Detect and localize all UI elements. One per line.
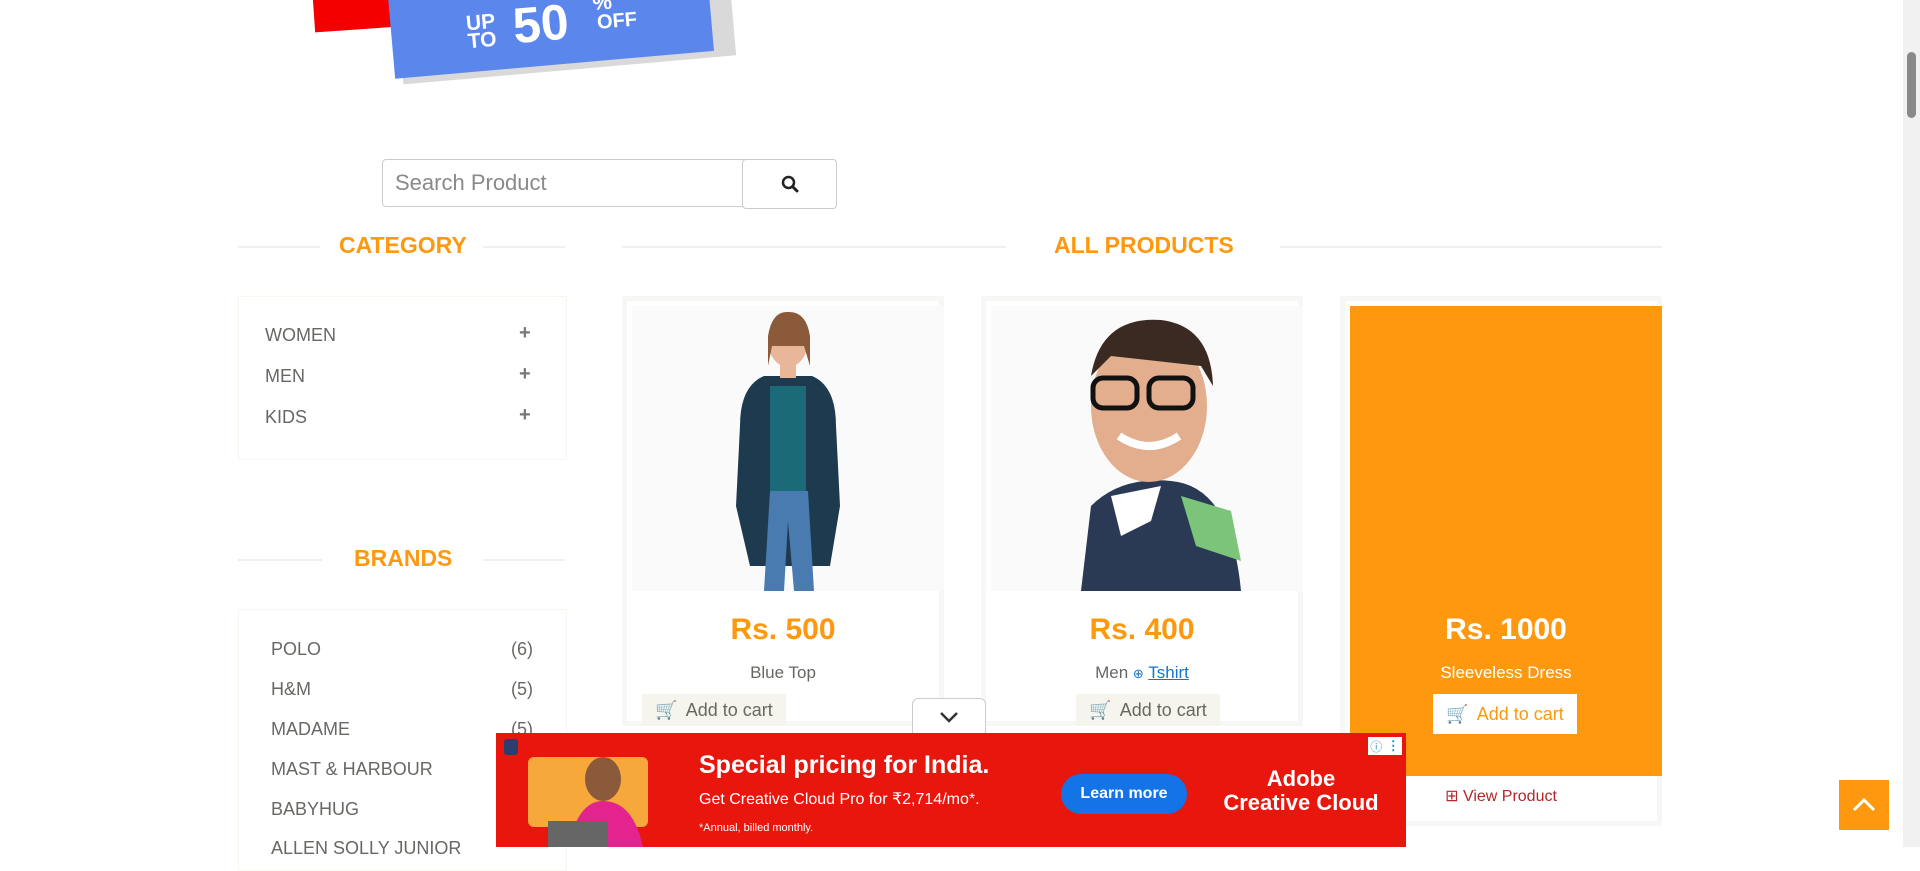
category-kids[interactable]: KIDS xyxy=(265,407,307,428)
ad-controls: ⓘ ⋮ xyxy=(1368,737,1402,755)
heading-divider xyxy=(238,246,320,248)
product-name: Men ⊕ Tshirt xyxy=(986,663,1298,683)
heading-divider xyxy=(483,559,565,561)
add-to-cart-button[interactable]: 🛒 Add to cart xyxy=(1076,694,1220,726)
chevron-up-icon xyxy=(1852,798,1876,812)
product-price: Rs. 500 xyxy=(730,613,836,646)
brand-madame[interactable]: MADAME xyxy=(271,719,350,740)
all-products-heading: ALL PRODUCTS xyxy=(1054,232,1234,258)
product-image xyxy=(632,306,944,591)
heading-divider xyxy=(238,559,322,561)
view-product-label: View Product xyxy=(1462,788,1557,805)
chevron-down-icon xyxy=(940,712,958,723)
category-men[interactable]: MEN xyxy=(265,366,305,387)
category-heading: CATEGORY xyxy=(339,232,467,258)
product-name-prefix: Men xyxy=(1095,663,1129,682)
heading-divider xyxy=(1280,246,1662,248)
cart-icon: 🛒 xyxy=(1089,699,1112,720)
add-to-cart-label: Add to cart xyxy=(685,699,773,720)
heading-divider xyxy=(483,246,565,248)
plus-square-icon: ⊞ xyxy=(1445,788,1459,805)
add-to-cart-button[interactable]: 🛒 Add to cart xyxy=(1433,694,1577,734)
plus-icon[interactable]: + xyxy=(519,404,531,427)
product-name-link[interactable]: Tshirt xyxy=(1148,663,1189,682)
ad-brand-line2: Creative Cloud xyxy=(1223,790,1379,815)
search-button[interactable] xyxy=(742,159,837,209)
search-bar xyxy=(382,159,837,209)
category-panel: WOMEN + MEN + KIDS + xyxy=(238,296,567,460)
product-name: Sleeveless Dress xyxy=(1440,663,1572,682)
brand-mast-harbour[interactable]: MAST & HARBOUR xyxy=(271,759,433,780)
ad-title: Special pricing for India. xyxy=(699,751,990,779)
more-vert-icon[interactable]: ⋮ xyxy=(1387,738,1400,754)
brand-hm[interactable]: H&M xyxy=(271,679,311,700)
brand-babyhug[interactable]: BABYHUG xyxy=(271,799,359,820)
ad-note: *Annual, billed monthly. xyxy=(699,822,814,834)
heading-divider xyxy=(622,246,1006,248)
cart-icon: 🛒 xyxy=(1446,703,1469,724)
ad-subtitle: Get Creative Cloud Pro for ₹2,714/mo*. xyxy=(699,791,980,808)
adchoices-icon[interactable]: ⓘ xyxy=(1370,738,1382,755)
learn-more-button[interactable]: Learn more xyxy=(1061,774,1187,814)
product-price: Rs. 400 xyxy=(1089,613,1195,646)
ad-collapse-button[interactable] xyxy=(912,698,986,736)
plus-icon[interactable]: + xyxy=(519,363,531,386)
product-name: Blue Top xyxy=(750,663,816,682)
search-input[interactable] xyxy=(382,159,770,207)
add-to-cart-button[interactable]: 🛒 Add to cart xyxy=(642,694,786,726)
scrollbar-thumb[interactable] xyxy=(1907,52,1916,118)
promo-percent: 50 xyxy=(510,0,571,55)
plus-icon[interactable]: + xyxy=(519,322,531,345)
ad-brand-line1: Adobe xyxy=(1266,766,1336,791)
brands-heading: BRANDS xyxy=(354,545,453,571)
product-card: Rs. 500 Blue Top 🛒 Add to cart xyxy=(622,296,944,726)
woman-model-image xyxy=(632,306,944,591)
add-to-cart-label: Add to cart xyxy=(1119,699,1207,720)
promo-up-to: UP TO xyxy=(465,9,498,54)
product-image xyxy=(991,306,1303,591)
product-overlay: Rs. 1000 Sleeveless Dress 🛒 Add to cart xyxy=(1350,306,1662,776)
scroll-up-button[interactable] xyxy=(1839,780,1889,830)
plus-circle-icon: ⊕ xyxy=(1132,666,1144,681)
ad-banner[interactable]: Special pricing for India. Get Creative … xyxy=(496,733,1406,847)
scrollbar[interactable] xyxy=(1903,0,1920,847)
brand-allen-solly-junior[interactable]: ALLEN SOLLY JUNIOR xyxy=(271,838,461,859)
promo-off: OFF xyxy=(596,8,638,34)
product-price: Rs. 1000 xyxy=(1445,613,1567,646)
shield-icon xyxy=(504,739,518,755)
category-women[interactable]: WOMEN xyxy=(265,325,336,346)
brand-count: (5) xyxy=(511,679,533,699)
search-icon xyxy=(781,175,798,193)
ad-brand: Adobe Creative Cloud xyxy=(1216,767,1386,815)
cart-icon: 🛒 xyxy=(655,699,678,720)
brand-count: (6) xyxy=(511,639,533,659)
ad-person-image xyxy=(528,757,648,847)
product-card: Rs. 400 Men ⊕ Tshirt 🛒 Add to cart xyxy=(981,296,1303,726)
add-to-cart-label: Add to cart xyxy=(1476,703,1564,724)
brand-polo[interactable]: POLO xyxy=(271,639,321,660)
man-model-image xyxy=(991,306,1303,591)
